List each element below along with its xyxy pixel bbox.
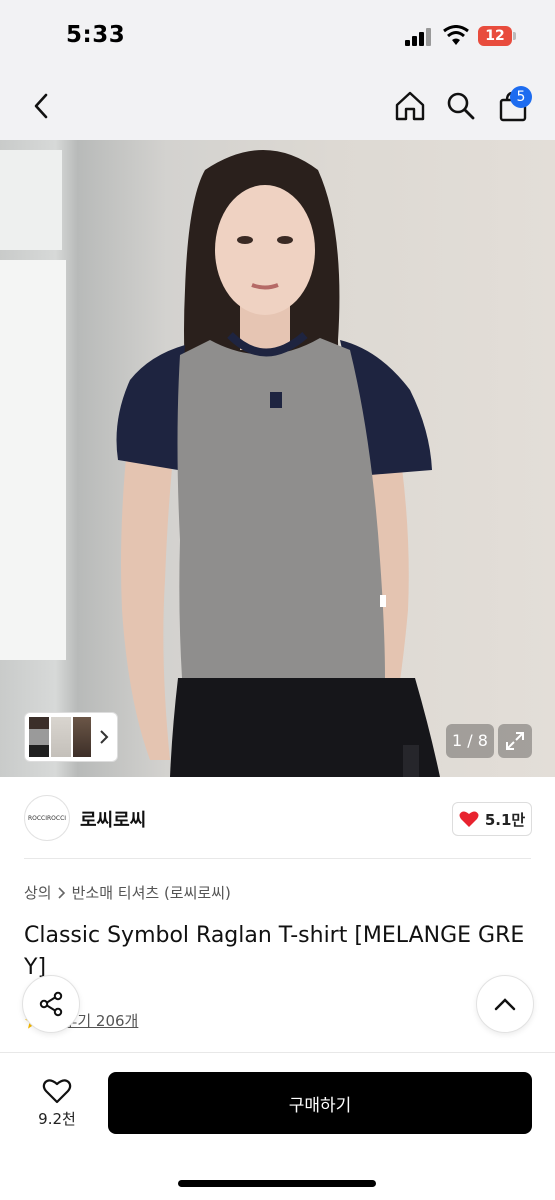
breadcrumb: 상의 반소매 티셔츠 (로씨로씨) bbox=[24, 882, 231, 903]
brand-logo[interactable]: ROCCIROCCI bbox=[24, 795, 70, 841]
home-indicator bbox=[178, 1180, 376, 1187]
scroll-top-button[interactable] bbox=[476, 975, 534, 1033]
expand-button[interactable] bbox=[498, 724, 532, 758]
battery-indicator: 12 bbox=[478, 26, 512, 46]
status-bar: 5:33 12 bbox=[0, 0, 555, 72]
cart-count-badge: 5 bbox=[510, 86, 532, 108]
search-icon[interactable] bbox=[443, 72, 479, 140]
wishlist-button[interactable]: 9.2천 bbox=[26, 1074, 88, 1132]
breadcrumb-subcategory[interactable]: 반소매 티셔츠 (로씨로씨) bbox=[72, 882, 231, 903]
brand-like-button[interactable]: 5.1만 bbox=[452, 802, 532, 836]
chevron-right-icon bbox=[58, 886, 65, 899]
bottom-bar-divider bbox=[0, 1052, 555, 1053]
breadcrumb-category[interactable]: 상의 bbox=[24, 882, 52, 903]
thumbnail-image[interactable] bbox=[73, 717, 91, 757]
image-counter: 1 / 8 bbox=[446, 724, 494, 758]
product-image[interactable] bbox=[0, 140, 555, 777]
divider bbox=[24, 858, 531, 859]
brand-name[interactable]: 로씨로씨 bbox=[80, 806, 146, 832]
expand-icon bbox=[506, 732, 524, 750]
status-time: 5:33 bbox=[66, 22, 126, 48]
back-icon[interactable] bbox=[22, 72, 60, 140]
brand-like-count: 5.1만 bbox=[484, 810, 526, 829]
buy-button[interactable]: 구매하기 bbox=[108, 1072, 532, 1134]
signal-icon bbox=[405, 28, 433, 46]
share-icon bbox=[39, 991, 63, 1017]
product-title: Classic Symbol Raglan T-shirt [MELANGE G… bbox=[24, 923, 525, 980]
battery-tip bbox=[513, 32, 516, 40]
thumbnail-image[interactable] bbox=[29, 717, 49, 757]
thumbnail-strip[interactable] bbox=[24, 712, 118, 762]
app-header bbox=[0, 72, 555, 140]
wishlist-count: 9.2천 bbox=[38, 1109, 76, 1128]
heart-icon bbox=[42, 1078, 72, 1103]
chevron-right-icon[interactable] bbox=[99, 729, 109, 745]
model-illustration bbox=[116, 150, 440, 777]
share-button[interactable] bbox=[22, 975, 80, 1033]
wifi-icon bbox=[443, 25, 469, 45]
chevron-up-icon bbox=[494, 998, 516, 1011]
thumbnail-image[interactable] bbox=[51, 717, 71, 757]
heart-icon bbox=[459, 811, 479, 827]
brand-logo-text: ROCCIROCCI bbox=[27, 814, 67, 822]
home-icon[interactable] bbox=[392, 72, 428, 140]
